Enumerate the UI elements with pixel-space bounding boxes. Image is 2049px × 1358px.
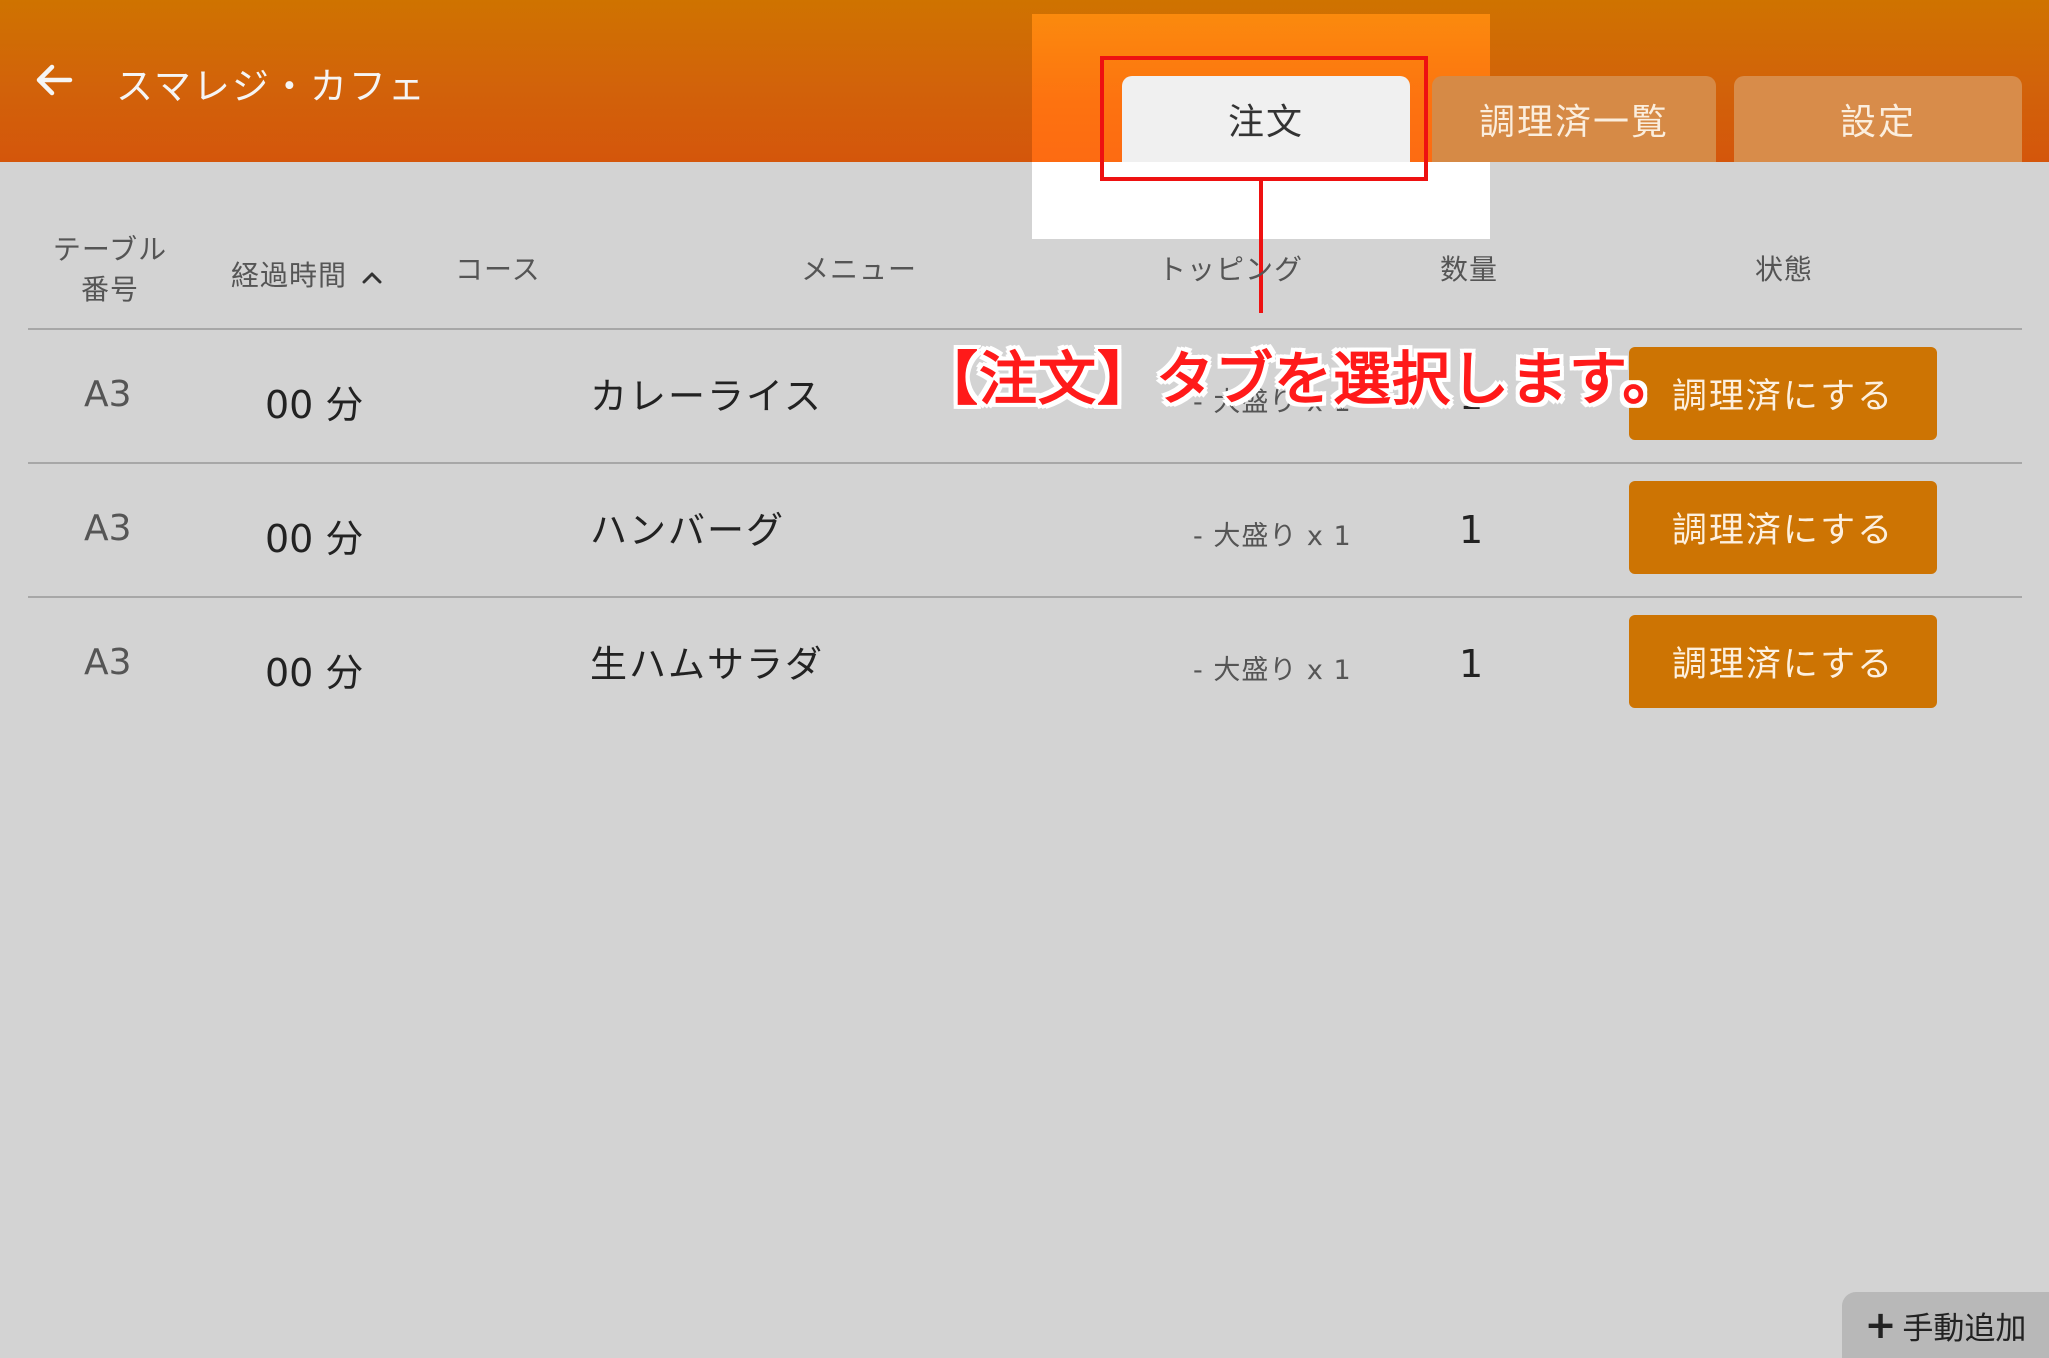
col-header-elapsed-label: 経過時間 [231,259,348,292]
menu-item: 生ハムサラダ [590,643,824,686]
topping: - 大盛り x 1 [1193,387,1352,418]
table-number: A3 [84,374,132,415]
col-header-course: コース [455,253,541,286]
elapsed-time: 00 分 [265,651,364,695]
menu-item: カレーライス [590,375,823,418]
col-header-table-line1: テーブル [52,233,168,266]
manual-add-label: 手動追加 [1902,1310,2027,1347]
col-header-menu: メニュー [801,253,918,286]
col-header-elapsed[interactable]: 経過時間 [231,254,383,294]
quantity: 1 [1459,508,1484,552]
elapsed-time: 00 分 [265,383,364,427]
col-header-topping: トッピング [1158,253,1304,286]
back-arrow-icon[interactable] [30,56,78,104]
sort-ascending-icon[interactable] [361,270,383,284]
app-title: スマレジ・カフェ [116,65,427,108]
mark-cooked-button[interactable]: 調理済にする [1629,615,1937,708]
col-header-status: 状態 [1755,253,1814,286]
table-number: A3 [84,642,132,683]
topping: - 大盛り x 1 [1193,655,1352,686]
order-row: A3 00 分 ハンバーグ - 大盛り x 1 1 調理済にする [0,464,2049,598]
quantity: 1 [1459,374,1484,418]
menu-item: ハンバーグ [590,509,785,552]
elapsed-time: 00 分 [265,517,364,561]
tab-order[interactable]: 注文 [1122,76,1410,162]
tab-cooked-list[interactable]: 調理済一覧 [1432,76,1716,162]
col-header-table: テーブル 番号 [52,228,168,308]
table-number: A3 [84,508,132,549]
plus-icon: + [1864,1303,1897,1347]
mark-cooked-button[interactable]: 調理済にする [1629,347,1937,440]
col-header-quantity: 数量 [1440,253,1499,286]
order-row: A3 00 分 生ハムサラダ - 大盛り x 1 1 調理済にする [0,598,2049,732]
quantity: 1 [1459,642,1484,686]
order-row: A3 00 分 カレーライス - 大盛り x 1 1 調理済にする [0,330,2049,464]
col-header-table-line2: 番号 [80,273,139,306]
mark-cooked-button[interactable]: 調理済にする [1629,481,1937,574]
topping: - 大盛り x 1 [1193,521,1352,552]
manual-add-button[interactable]: + 手動追加 [1842,1292,2049,1358]
tab-settings[interactable]: 設定 [1734,76,2022,162]
